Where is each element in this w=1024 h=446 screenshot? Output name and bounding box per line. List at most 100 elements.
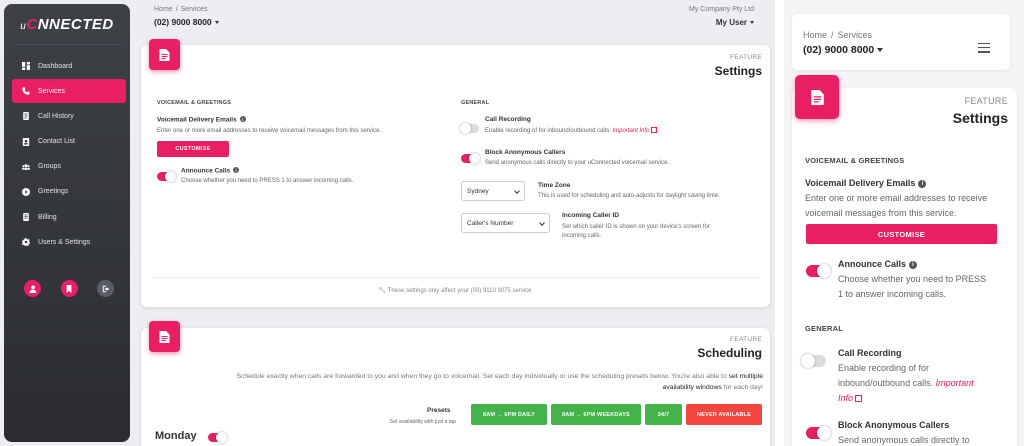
customise-button[interactable]: CUSTOMISE [157, 141, 229, 157]
block-anonymous-label: Block Anonymous Callers [838, 420, 950, 430]
document-icon [810, 89, 824, 105]
preset-8am-6pm-weekdays-button[interactable]: 8AM → 6PM WEEKDAYS [551, 404, 641, 425]
chevron-down-icon [539, 220, 545, 226]
bookmark-button[interactable] [60, 280, 78, 297]
settings-title: Settings [952, 110, 1008, 126]
top-bar: Home / Services (02) 9000 8000 My Company … [154, 6, 754, 30]
call-recording-label: Call Recording [485, 116, 531, 123]
call-recording-toggle[interactable] [460, 123, 479, 134]
timezone-select[interactable]: Sydney [461, 181, 525, 201]
profile-icon [29, 285, 36, 293]
timezone-desc: This is used for scheduling and auto-adj… [538, 193, 720, 199]
profile-button[interactable] [24, 280, 41, 297]
availability-windows-link[interactable]: availability windows [663, 384, 722, 391]
block-anonymous-label: Block Anonymous Callers [485, 149, 566, 156]
sidebar-item-label: Billing [38, 213, 57, 221]
preset-never-available-button[interactable]: NEVER AVAILABLE [686, 404, 762, 425]
block-anonymous-toggle[interactable] [461, 153, 480, 164]
sidebar-item-label: Services [38, 87, 65, 95]
bookmark-icon [66, 284, 72, 293]
presets-label: Presets [427, 407, 451, 414]
sidebar-item-greetings[interactable]: Greetings [12, 180, 126, 204]
logout-button[interactable] [97, 280, 114, 297]
important-info-link[interactable]: Important Info [612, 128, 649, 134]
breadcrumb-home[interactable]: Home [154, 6, 173, 13]
sidebar-item-dashboard[interactable]: Dashboard [12, 54, 126, 78]
announce-calls-toggle[interactable] [157, 171, 176, 182]
settings-card [141, 45, 770, 307]
external-link-icon [651, 127, 658, 133]
chevron-down-icon [750, 21, 754, 25]
voicemail-section-heading: VOICEMAIL & GREETINGS [157, 100, 232, 106]
scheduling-title: Scheduling [697, 346, 762, 360]
account-info: My Company Pty Ltd My User [689, 6, 754, 27]
general-section-heading: GENERAL [805, 324, 844, 333]
caller-id-label: Incoming Caller ID [562, 212, 620, 219]
play-icon [22, 187, 30, 196]
day-label-monday: Monday [155, 430, 197, 442]
block-anonymous-desc: Send anonymous calls directly to your uC… [485, 160, 670, 166]
phone-icon [22, 87, 30, 95]
feature-label: FEATURE [730, 54, 762, 61]
service-number-dropdown[interactable]: (02) 9000 8000 [803, 44, 884, 56]
monday-availability-toggle[interactable] [208, 432, 227, 443]
call-history-icon [22, 112, 30, 121]
contact-list-icon [22, 137, 30, 146]
caller-id-select[interactable]: Caller's Number [461, 213, 550, 233]
call-recording-toggle[interactable] [801, 354, 826, 368]
call-recording-desc: Enable recording of for inbound/outbound… [485, 127, 765, 136]
external-link-icon [855, 395, 863, 402]
sidebar-item-services[interactable]: Services [12, 79, 126, 104]
breadcrumb-services: Services [180, 6, 208, 13]
block-anonymous-toggle[interactable] [806, 426, 831, 440]
multiple-windows-link[interactable]: set multiple [729, 373, 763, 380]
voicemail-emails-label: Voicemail Delivery Emails i [805, 178, 927, 188]
announce-calls-toggle[interactable] [806, 264, 831, 278]
block-anonymous-desc: Send anonymous calls directly to [838, 435, 970, 445]
voicemail-emails-desc: Enter one or more email addresses to rec… [805, 193, 988, 218]
service-number-dropdown[interactable]: (02) 9000 8000 [154, 17, 754, 27]
settings-badge [149, 39, 180, 70]
important-info-link[interactable]: Important [936, 378, 974, 388]
menu-icon[interactable] [978, 43, 990, 56]
announce-calls-desc: Choose whether you need to PRESS 1 to an… [181, 178, 354, 184]
announce-calls-label: Announce Calls i [838, 259, 918, 269]
sidebar-item-users-settings[interactable]: Users & Settings [12, 230, 126, 254]
sidebar-actions [24, 280, 114, 297]
timezone-label: Time Zone [538, 182, 571, 189]
sidebar-item-contact-list[interactable]: Contact List [12, 130, 126, 154]
announce-calls-desc: Choose whether you need to PRESS 1 to ans… [838, 274, 987, 299]
preset-8am-6pm-daily-button[interactable]: 8AM → 6PM DAILY [471, 404, 547, 425]
voicemail-section-heading: VOICEMAIL & GREETINGS [805, 156, 905, 165]
gear-icon [22, 238, 30, 247]
feature-label: FEATURE [964, 96, 1008, 106]
info-icon[interactable]: i [909, 261, 918, 269]
scheduling-desc: Schedule exactly when calls are forwarde… [236, 373, 764, 391]
voicemail-emails-desc: Enter one or more email addresses to rec… [157, 128, 382, 134]
info-icon[interactable]: i [918, 180, 927, 188]
call-recording-desc: Enable recording of for inbound/outbound… [838, 363, 974, 403]
info-icon[interactable]: i [233, 167, 240, 173]
preset-24-7-button[interactable]: 24/7 [645, 404, 682, 425]
breadcrumb-home[interactable]: Home [803, 30, 827, 40]
sidebar-nav: Dashboard Services Call History Contact … [12, 54, 126, 256]
caller-id-desc: Set which caller ID is shown on your dev… [562, 224, 710, 239]
sidebar-item-label: Users & Settings [38, 238, 91, 246]
sidebar-item-groups[interactable]: Groups [12, 155, 126, 179]
presets-sublabel: Set availability with just a tap [389, 419, 456, 425]
app-logo[interactable]: uCNNECTED [4, 16, 130, 33]
user-menu[interactable]: My User [689, 18, 754, 27]
wrench-icon: 🔧︎ [378, 288, 387, 294]
divider [152, 277, 758, 278]
sidebar-item-billing[interactable]: Billing [12, 205, 126, 229]
desktop-view: uCNNECTED Dashboard Services Call Histor… [0, 0, 775, 446]
settings-badge [795, 75, 839, 119]
breadcrumb: Home / Services [803, 30, 873, 40]
announce-calls-label: Announce Calls i [181, 167, 240, 175]
info-icon[interactable]: i [239, 116, 246, 122]
sidebar: uCNNECTED Dashboard Services Call Histor… [4, 4, 130, 442]
customise-button[interactable]: CUSTOMISE [806, 224, 997, 244]
sidebar-item-label: Contact List [38, 138, 75, 146]
important-info-link[interactable]: Info [838, 393, 853, 403]
sidebar-item-call-history[interactable]: Call History [12, 104, 126, 128]
